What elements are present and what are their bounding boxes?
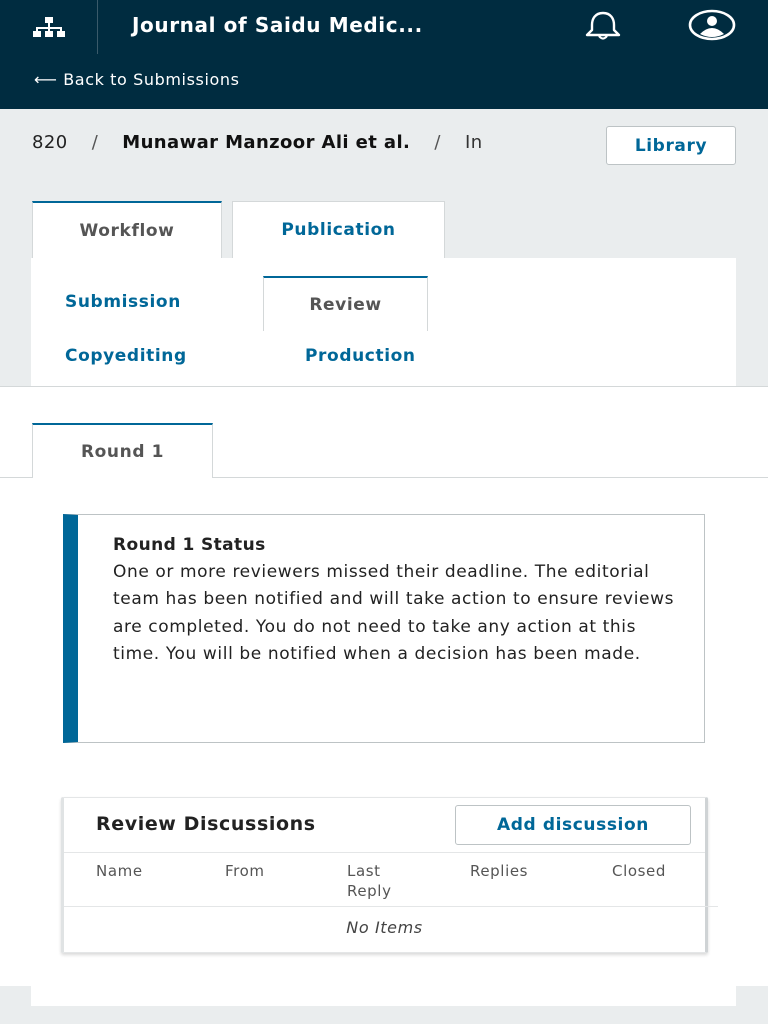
tab-workflow[interactable]: Workflow	[32, 201, 222, 258]
column-header-last-reply-line1: Last	[347, 862, 381, 880]
tab-publication[interactable]: Publication	[232, 201, 445, 258]
user-menu-button[interactable]	[687, 9, 737, 45]
submission-title-fragment: In	[465, 131, 483, 153]
add-discussion-button[interactable]: Add discussion	[455, 805, 691, 845]
panel-bottom	[31, 986, 736, 1006]
submission-authors: Munawar Manzoor Ali et al.	[122, 131, 411, 153]
tab-round-1[interactable]: Round 1	[32, 423, 213, 478]
column-header-last-reply-line2: Reply	[347, 882, 392, 900]
site-nav-button[interactable]	[0, 0, 98, 54]
top-header: Journal of Saidu Medic...	[0, 0, 768, 54]
stage-tab-review[interactable]: Review	[263, 276, 428, 331]
back-bar: ⟵ Back to Submissions	[0, 54, 768, 109]
workflow-stage-panel: Submission Review Copyediting Production	[31, 258, 736, 386]
column-header-from: From	[225, 862, 265, 880]
submission-id: 820	[32, 131, 68, 153]
journal-title[interactable]: Journal of Saidu Medic...	[132, 13, 423, 37]
review-content: Round 1 Round 1 Status One or more revie…	[0, 386, 768, 986]
column-header-last-reply: Last Reply	[347, 861, 392, 901]
stage-tab-copyediting[interactable]: Copyediting	[65, 346, 187, 366]
round-status-text: One or more reviewers missed their deadl…	[113, 562, 675, 664]
round-status-title: Round 1 Status	[113, 535, 266, 555]
round-status-notice: Round 1 Status One or more reviewers mis…	[63, 514, 705, 743]
empty-table-message: No Items	[346, 918, 423, 937]
back-to-submissions-link[interactable]: ⟵ Back to Submissions	[34, 70, 240, 89]
review-discussions-panel: Review Discussions Add discussion Name F…	[61, 797, 718, 953]
column-header-replies: Replies	[470, 862, 529, 880]
column-header-closed: Closed	[612, 862, 666, 880]
bell-icon	[580, 10, 626, 44]
user-avatar-icon	[687, 9, 737, 45]
notifications-button[interactable]	[580, 10, 626, 44]
stage-tab-production[interactable]: Production	[305, 346, 416, 366]
table-header-divider	[64, 852, 705, 853]
library-button[interactable]: Library	[606, 126, 736, 165]
review-discussions-title: Review Discussions	[96, 813, 316, 835]
breadcrumb-separator: /	[91, 131, 99, 153]
column-header-name: Name	[96, 862, 143, 880]
breadcrumb-separator: /	[434, 131, 441, 153]
sitemap-icon	[31, 15, 67, 39]
stage-tab-submission[interactable]: Submission	[65, 292, 181, 312]
table-body-divider	[64, 906, 718, 907]
breadcrumb: 820 / Munawar Manzoor Ali et al. / In	[32, 131, 577, 159]
